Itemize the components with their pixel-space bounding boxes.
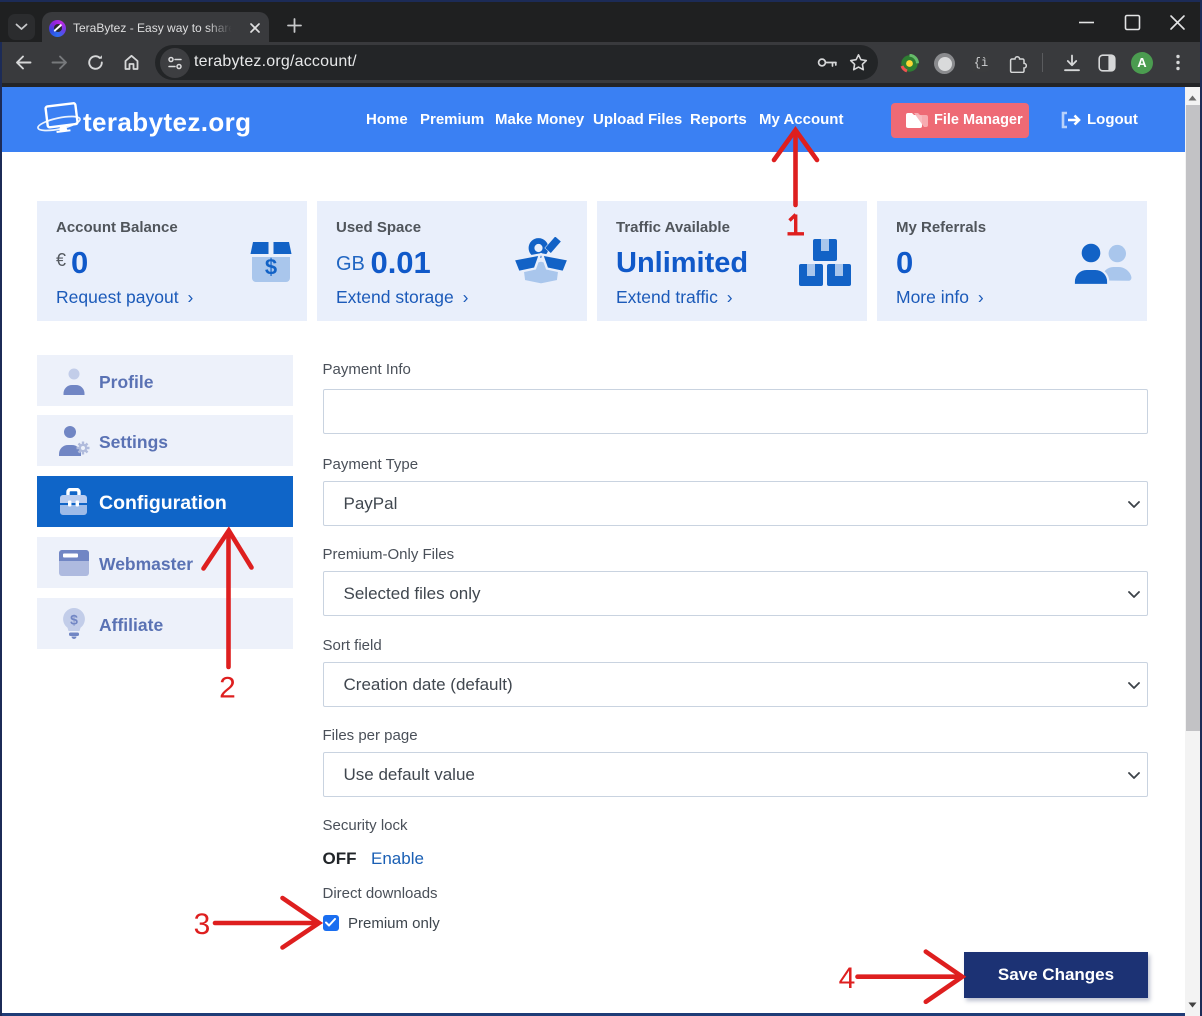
svg-text:2: 2 — [219, 672, 236, 705]
svg-text:3: 3 — [194, 908, 211, 941]
svg-text:4: 4 — [839, 962, 856, 995]
